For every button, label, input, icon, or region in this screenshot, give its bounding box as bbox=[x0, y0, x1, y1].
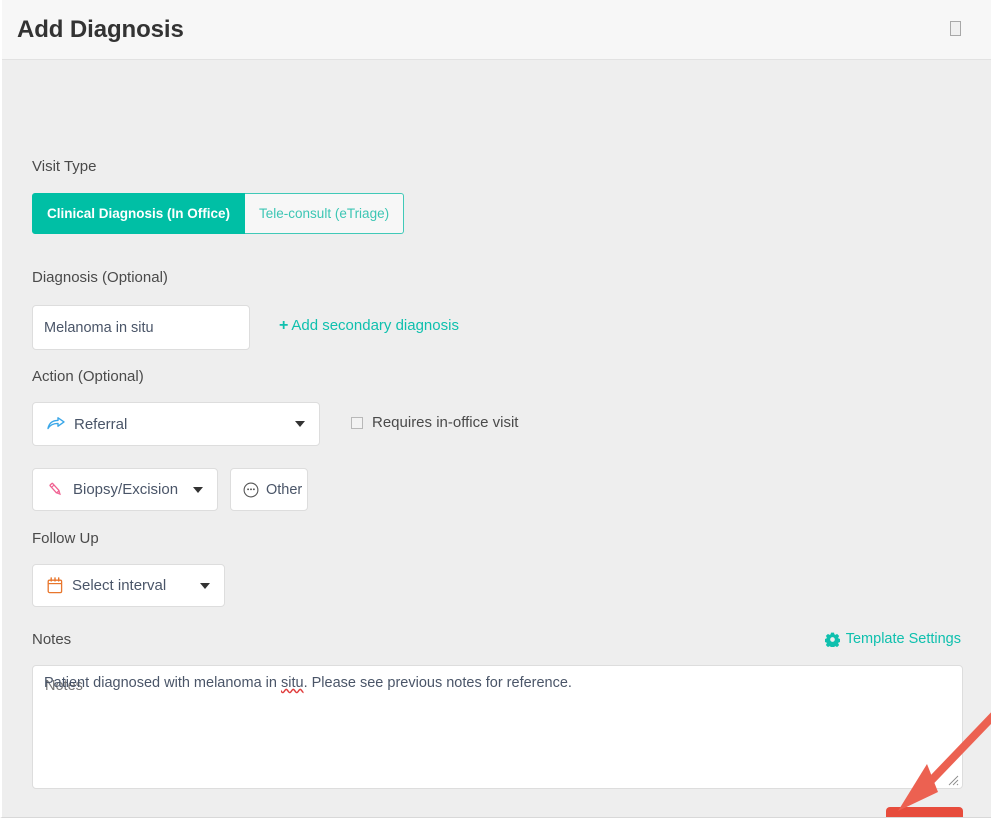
chevron-down-icon bbox=[193, 486, 203, 493]
modal-header: Add Diagnosis bbox=[2, 0, 991, 60]
follow-up-interval-select[interactable]: Select interval bbox=[32, 564, 225, 607]
requires-in-office-visit-label: Requires in-office visit bbox=[372, 414, 519, 431]
notes-label: Notes bbox=[32, 631, 72, 648]
visit-type-option-teleconsult[interactable]: Tele-consult (eTriage) bbox=[245, 193, 405, 234]
plus-icon: + bbox=[279, 317, 289, 334]
visit-type-toggle-group: Clinical Diagnosis (In Office) Tele-cons… bbox=[32, 193, 405, 234]
action-biopsy-select[interactable]: Biopsy/Excision bbox=[32, 468, 218, 511]
add-secondary-diagnosis-label: Add secondary diagnosis bbox=[291, 317, 459, 334]
template-settings-button[interactable]: Template Settings bbox=[824, 631, 961, 647]
calendar-icon bbox=[47, 577, 63, 594]
visit-type-option-clinical[interactable]: Clinical Diagnosis (In Office) bbox=[32, 193, 246, 234]
share-arrow-icon bbox=[47, 417, 65, 431]
close-icon[interactable] bbox=[950, 21, 961, 36]
submit-button[interactable]: Submit bbox=[886, 807, 963, 817]
requires-in-office-visit-checkbox-row[interactable]: Requires in-office visit bbox=[351, 414, 518, 431]
template-settings-label: Template Settings bbox=[845, 631, 961, 647]
action-referral-value: Referral bbox=[74, 415, 128, 433]
action-label: Action (Optional) bbox=[32, 368, 144, 385]
diagnosis-input[interactable] bbox=[32, 305, 250, 350]
action-other-button[interactable]: Other bbox=[230, 468, 308, 511]
diagnosis-label: Diagnosis (Optional) bbox=[32, 269, 168, 286]
chevron-down-icon bbox=[295, 421, 305, 427]
action-referral-select[interactable]: Referral bbox=[32, 402, 320, 446]
add-diagnosis-modal: Add Diagnosis Visit Type Clinical Diagno… bbox=[0, 0, 991, 818]
page-title: Add Diagnosis bbox=[17, 16, 184, 43]
visit-type-label: Visit Type bbox=[32, 158, 97, 175]
notes-textarea[interactable] bbox=[32, 665, 963, 789]
requires-in-office-visit-checkbox[interactable] bbox=[351, 416, 363, 429]
follow-up-interval-value: Select interval bbox=[72, 577, 167, 594]
add-secondary-diagnosis-button[interactable]: + Add secondary diagnosis bbox=[279, 317, 459, 335]
chevron-down-icon bbox=[200, 582, 210, 589]
gear-icon bbox=[824, 632, 840, 647]
circle-ellipsis-icon bbox=[243, 482, 259, 498]
pencil-icon bbox=[47, 481, 64, 498]
follow-up-label: Follow Up bbox=[32, 530, 99, 547]
action-other-label: Other bbox=[266, 481, 303, 498]
action-biopsy-value: Biopsy/Excision bbox=[73, 481, 179, 498]
